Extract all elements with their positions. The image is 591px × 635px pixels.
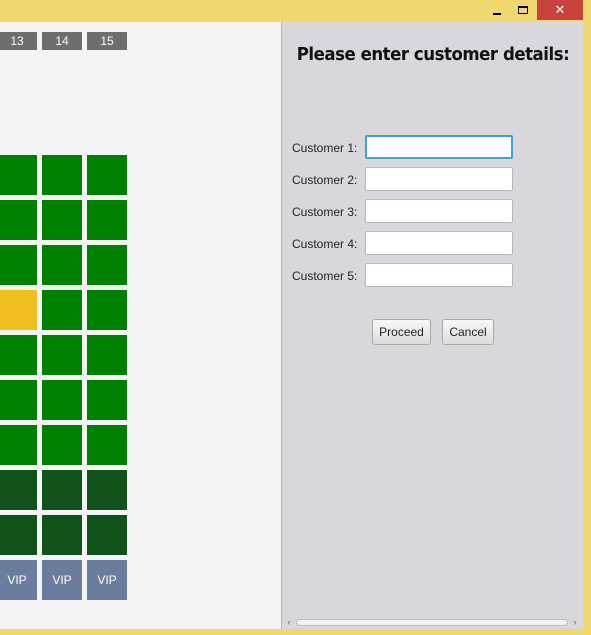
seat[interactable] <box>42 155 82 195</box>
form-title: Please enter customer details: <box>296 44 570 65</box>
horizontal-scrollbar[interactable]: ‹ › <box>284 617 580 627</box>
seat[interactable] <box>0 380 37 420</box>
customer-3-input[interactable] <box>365 199 513 223</box>
minimize-button[interactable] <box>484 0 510 20</box>
seat-vip[interactable]: VIP <box>87 560 127 600</box>
column-header-13: 13 <box>0 32 37 50</box>
seat-premium[interactable] <box>87 470 127 510</box>
maximize-button[interactable] <box>510 0 536 20</box>
customer-4-input[interactable] <box>365 231 513 255</box>
seat[interactable] <box>42 425 82 465</box>
seat-vip[interactable]: VIP <box>42 560 82 600</box>
scroll-right-icon[interactable]: › <box>570 617 580 627</box>
cancel-button[interactable]: Cancel <box>442 319 494 345</box>
seat-premium[interactable] <box>87 515 127 555</box>
proceed-button[interactable]: Proceed <box>372 319 431 345</box>
customer-details-panel: Please enter customer details: Customer … <box>281 22 583 629</box>
seat[interactable] <box>0 245 37 285</box>
window-border-bottom <box>0 629 591 635</box>
customer-1-input[interactable] <box>365 135 513 159</box>
seat[interactable] <box>42 290 82 330</box>
seat[interactable] <box>0 200 37 240</box>
minimize-icon <box>493 13 501 15</box>
maximize-icon <box>518 6 528 14</box>
customer-3-label: Customer 3: <box>292 205 358 219</box>
column-header-15: 15 <box>87 32 127 50</box>
customer-2-input[interactable] <box>365 167 513 191</box>
close-button[interactable]: ✕ <box>537 0 583 20</box>
seat[interactable] <box>87 335 127 375</box>
seat[interactable] <box>0 425 37 465</box>
scrollbar-thumb[interactable] <box>296 619 568 626</box>
seat[interactable] <box>87 200 127 240</box>
seat[interactable] <box>42 200 82 240</box>
seat[interactable] <box>87 425 127 465</box>
column-header-14: 14 <box>42 32 82 50</box>
title-bar: ✕ <box>0 0 591 22</box>
seat-premium[interactable] <box>42 515 82 555</box>
close-icon: ✕ <box>554 2 566 17</box>
seat[interactable] <box>0 335 37 375</box>
customer-1-label: Customer 1: <box>292 141 358 155</box>
seat[interactable] <box>42 380 82 420</box>
seat[interactable] <box>42 335 82 375</box>
seat-premium[interactable] <box>42 470 82 510</box>
seat[interactable] <box>87 245 127 285</box>
seat[interactable] <box>87 155 127 195</box>
seat[interactable] <box>42 245 82 285</box>
customer-5-input[interactable] <box>365 263 513 287</box>
seat-premium[interactable] <box>0 515 37 555</box>
scroll-left-icon[interactable]: ‹ <box>284 617 294 627</box>
seat-vip[interactable]: VIP <box>0 560 37 600</box>
seat-selected[interactable] <box>0 290 37 330</box>
seating-map: 13 14 15 VIP VIP VIP <box>0 22 281 629</box>
seat-premium[interactable] <box>0 470 37 510</box>
customer-5-label: Customer 5: <box>292 269 358 283</box>
customer-2-label: Customer 2: <box>292 173 358 187</box>
seat[interactable] <box>87 380 127 420</box>
customer-4-label: Customer 4: <box>292 237 358 251</box>
seat[interactable] <box>87 290 127 330</box>
seat[interactable] <box>0 155 37 195</box>
app-window: ✕ 13 14 15 VIP VIP VIP Please enter cust… <box>0 0 591 635</box>
